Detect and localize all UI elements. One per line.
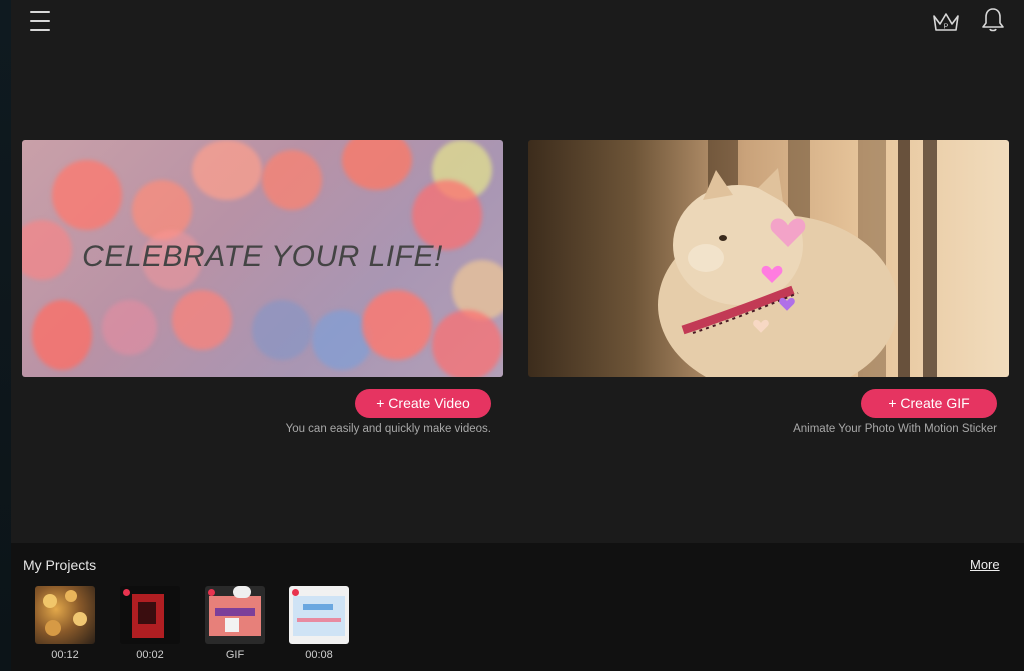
create-gif-description: Animate Your Photo With Motion Sticker bbox=[793, 423, 997, 435]
top-bar: P bbox=[0, 0, 1024, 44]
create-video-button[interactable]: + Create Video bbox=[355, 389, 491, 418]
create-gif-button[interactable]: + Create GIF bbox=[861, 389, 997, 418]
project-duration: 00:12 bbox=[51, 649, 79, 661]
create-video-description: You can easily and quickly make videos. bbox=[285, 423, 491, 435]
hamburger-menu-icon[interactable] bbox=[28, 8, 52, 34]
project-type: GIF bbox=[225, 649, 245, 661]
project-duration: 00:02 bbox=[136, 649, 164, 661]
cat-photo bbox=[658, 168, 898, 377]
project-thumbnail[interactable] bbox=[120, 586, 180, 644]
project-thumbnail[interactable] bbox=[205, 586, 265, 644]
my-projects-panel: My Projects More 00:12 00:02 GIF 00:08 bbox=[11, 543, 1024, 671]
heart-sticker-icon bbox=[770, 218, 806, 247]
my-projects-title: My Projects bbox=[23, 557, 97, 573]
heart-sticker-icon bbox=[753, 319, 769, 333]
create-gif-banner[interactable] bbox=[528, 140, 1009, 377]
heart-sticker-icon bbox=[761, 265, 783, 283]
project-thumbnail[interactable] bbox=[289, 586, 349, 644]
project-thumbnail[interactable] bbox=[35, 586, 95, 644]
project-duration: 00:08 bbox=[305, 649, 333, 661]
left-edge-strip bbox=[0, 0, 11, 671]
heart-sticker-icon bbox=[779, 297, 795, 311]
premium-badge-text: P bbox=[944, 24, 949, 31]
banner-headline: CELEBRATE YOUR LIFE! bbox=[82, 240, 443, 273]
more-link[interactable]: More bbox=[970, 557, 1000, 572]
crown-icon[interactable]: P bbox=[930, 8, 962, 34]
create-video-banner[interactable]: CELEBRATE YOUR LIFE! bbox=[22, 140, 503, 377]
bell-icon[interactable] bbox=[980, 6, 1006, 34]
